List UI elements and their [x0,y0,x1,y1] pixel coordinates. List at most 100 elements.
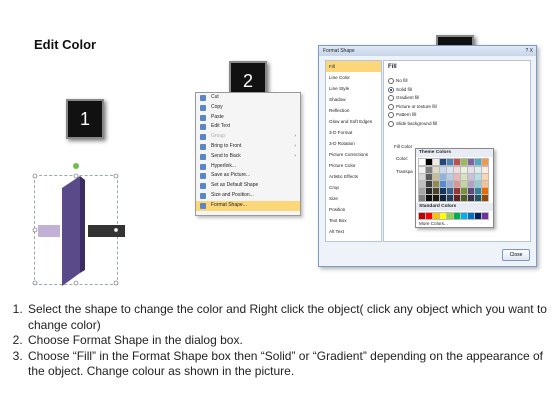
category-item[interactable]: Artistic Effects [326,171,381,182]
color-swatch[interactable] [460,180,468,188]
color-swatch[interactable] [425,180,433,188]
color-swatch[interactable] [439,187,447,195]
color-swatch[interactable] [467,166,475,174]
category-item[interactable]: 3-D Rotation [326,138,381,149]
color-swatch[interactable] [481,158,489,166]
color-swatch[interactable] [425,173,433,181]
color-swatch[interactable] [474,187,482,195]
resize-handle[interactable] [113,173,119,179]
fill-option-radio[interactable]: Picture or texture fill [388,103,437,110]
context-menu-item[interactable]: Save as Picture... [196,171,300,181]
color-swatch[interactable] [467,180,475,188]
color-swatch[interactable] [467,187,475,195]
help-close-icon[interactable]: ? X [525,46,533,56]
color-swatch[interactable] [439,194,447,202]
category-item[interactable]: Alt Text [326,226,381,237]
resize-handle[interactable] [73,280,79,286]
category-item[interactable]: Picture Corrections [326,149,381,160]
color-swatch[interactable] [439,212,447,220]
color-swatch[interactable] [460,212,468,220]
color-swatch[interactable] [418,173,426,181]
color-swatch[interactable] [453,194,461,202]
color-swatch[interactable] [432,187,440,195]
color-swatch[interactable] [474,166,482,174]
rotation-handle[interactable] [73,163,79,169]
close-button[interactable]: Close [502,249,530,261]
category-item[interactable]: Reflection [326,105,381,116]
resize-handle[interactable] [113,227,119,233]
color-swatch[interactable] [439,173,447,181]
color-swatch[interactable] [418,180,426,188]
color-swatch[interactable] [481,173,489,181]
category-item[interactable]: Position [326,204,381,215]
color-swatch[interactable] [432,180,440,188]
color-swatch[interactable] [453,180,461,188]
fill-option-radio[interactable]: No fill [388,78,408,84]
color-swatch[interactable] [474,158,482,166]
color-swatch[interactable] [425,158,433,166]
color-swatch[interactable] [425,166,433,174]
context-menu-item[interactable]: Set as Default Shape [196,181,300,191]
color-swatch[interactable] [418,166,426,174]
color-swatch[interactable] [446,180,454,188]
context-menu-item[interactable]: Bring to Front › [196,142,300,152]
color-swatch[interactable] [460,166,468,174]
color-swatch[interactable] [446,158,454,166]
color-swatch[interactable] [446,166,454,174]
color-swatch[interactable] [474,194,482,202]
color-swatch[interactable] [418,187,426,195]
category-item[interactable]: Fill [326,61,381,72]
color-swatch[interactable] [474,180,482,188]
color-swatch[interactable] [425,194,433,202]
color-swatch[interactable] [439,180,447,188]
resize-handle[interactable] [32,173,38,179]
color-swatch[interactable] [432,194,440,202]
color-swatch[interactable] [460,194,468,202]
color-swatch[interactable] [467,173,475,181]
category-item[interactable]: Crop [326,182,381,193]
fill-option-radio[interactable]: Slide background fill [388,120,437,127]
color-swatch[interactable] [453,158,461,166]
category-item[interactable]: 3-D Format [326,127,381,138]
category-item[interactable]: Picture Color [326,160,381,171]
color-swatch[interactable] [460,173,468,181]
color-swatch[interactable] [453,166,461,174]
context-menu-item[interactable]: Cut [196,93,300,103]
category-item[interactable]: Line Style [326,83,381,94]
context-menu-item[interactable]: Hyperlink... [196,162,300,172]
color-swatch[interactable] [481,180,489,188]
color-swatch[interactable] [481,166,489,174]
color-swatch[interactable] [453,212,461,220]
context-menu-item[interactable]: Edit Text [196,122,300,132]
fill-option-radio[interactable]: Solid fill [388,86,412,93]
category-item[interactable]: Line Color [326,72,381,83]
context-menu-item[interactable]: Paste [196,113,300,123]
color-swatch[interactable] [467,194,475,202]
color-swatch[interactable] [467,158,475,166]
category-item[interactable]: Size [326,193,381,204]
color-swatch[interactable] [439,166,447,174]
color-swatch[interactable] [453,173,461,181]
color-swatch[interactable] [481,212,489,220]
dialog-titlebar[interactable]: Format Shape ? X [319,46,536,56]
resize-handle[interactable] [32,227,38,233]
color-swatch[interactable] [425,212,433,220]
category-item[interactable]: Shadow [326,94,381,105]
more-colors-link[interactable]: More Colors... [416,221,493,226]
color-swatch[interactable] [446,187,454,195]
context-menu-item[interactable]: Copy [196,103,300,113]
color-swatch[interactable] [446,173,454,181]
color-swatch[interactable] [446,212,454,220]
color-swatch[interactable] [453,187,461,195]
color-swatch[interactable] [425,187,433,195]
fill-option-radio[interactable]: Pattern fill [388,112,416,118]
color-swatch[interactable] [474,173,482,181]
resize-handle[interactable] [32,280,38,286]
color-swatch[interactable] [418,194,426,202]
color-swatch[interactable] [460,187,468,195]
color-swatch[interactable] [432,158,440,166]
context-menu-item[interactable]: Group › [196,132,300,142]
color-swatch[interactable] [439,158,447,166]
context-menu-item[interactable]: Size and Position... [196,191,300,201]
color-swatch[interactable] [418,212,426,220]
